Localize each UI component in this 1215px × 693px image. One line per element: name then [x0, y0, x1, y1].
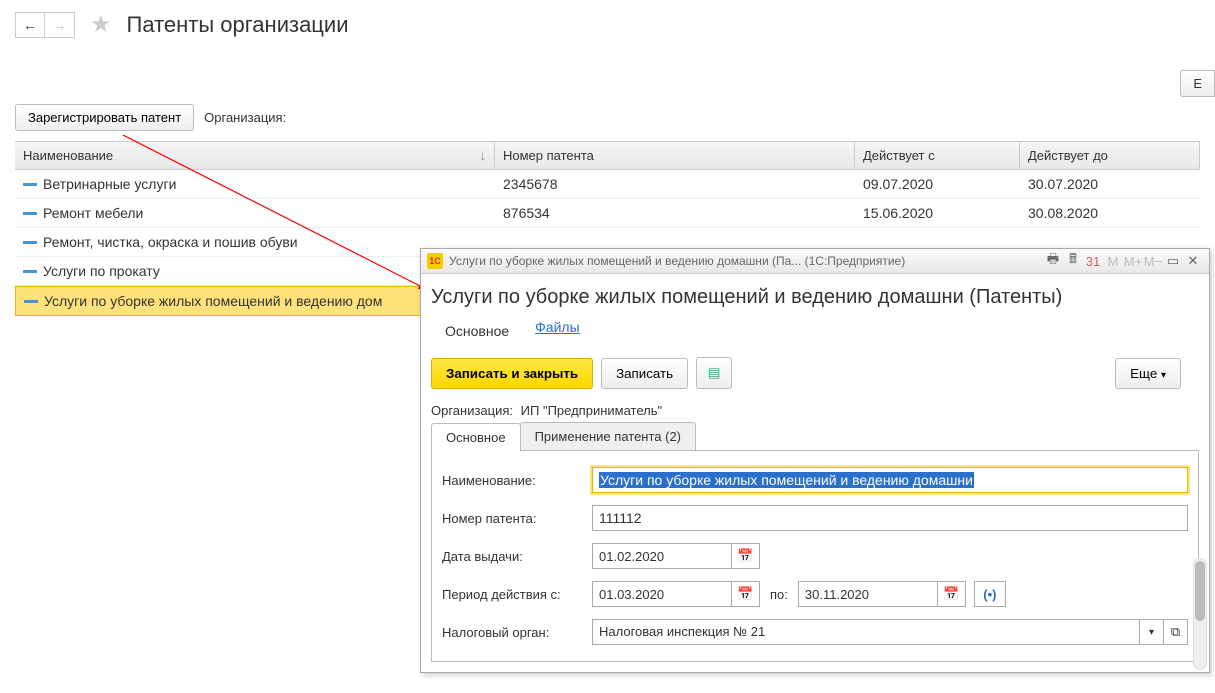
col-valid-from[interactable]: Действует с: [855, 142, 1020, 169]
m-icon[interactable]: M: [1103, 252, 1123, 270]
chevron-down-icon: ▾: [1149, 627, 1154, 638]
period-from-input[interactable]: 01.03.2020: [592, 581, 732, 607]
record-icon: [24, 300, 38, 303]
save-and-close-button[interactable]: Записать и закрыть: [431, 358, 593, 389]
period-to-input[interactable]: 30.11.2020: [798, 581, 938, 607]
tax-authority-dropdown-button[interactable]: ▾: [1140, 619, 1164, 645]
dialog-heading: Услуги по уборке жилых помещений и веден…: [431, 280, 1199, 315]
report-button[interactable]: ▤: [696, 357, 732, 389]
period-to-label: по:: [760, 587, 798, 602]
tax-authority-label: Налоговый орган:: [442, 625, 592, 640]
issue-date-input[interactable]: 01.02.2020: [592, 543, 732, 569]
more-button[interactable]: Еще ▾: [1115, 358, 1181, 389]
period-from-picker-button[interactable]: 📅: [732, 581, 760, 607]
calendar-icon[interactable]: 31: [1083, 252, 1103, 270]
record-icon: [23, 270, 37, 273]
register-patent-button[interactable]: Зарегистрировать патент: [15, 104, 194, 131]
app-logo-icon: 1C: [427, 253, 443, 269]
forward-button[interactable]: →: [45, 12, 75, 38]
col-name[interactable]: Наименование↓: [15, 142, 495, 169]
org-label: Организация:: [431, 403, 513, 418]
org-line: Организация: ИП "Предприниматель": [431, 399, 1199, 422]
table-row[interactable]: Ремонт мебели 876534 15.06.2020 30.08.20…: [15, 199, 1200, 228]
toolbar: Зарегистрировать патент Организация:: [0, 99, 1215, 136]
maximize-icon[interactable]: ▭: [1163, 252, 1183, 270]
back-button[interactable]: ←: [15, 12, 45, 38]
dialog-window-title: Услуги по уборке жилых помещений и веден…: [449, 254, 1043, 268]
calendar-icon: 📅: [943, 586, 959, 602]
issue-date-picker-button[interactable]: 📅: [732, 543, 760, 569]
print-icon[interactable]: 🖶: [1043, 252, 1063, 270]
calendar-icon: 📅: [737, 548, 753, 564]
number-input[interactable]: 111112: [592, 505, 1188, 531]
dialog-titlebar: 1C Услуги по уборке жилых помещений и ве…: [421, 249, 1209, 274]
record-icon: [23, 183, 37, 186]
org-value: ИП "Предприниматель": [521, 403, 662, 418]
save-button[interactable]: Записать: [601, 358, 688, 389]
report-icon: ▤: [708, 365, 721, 381]
patent-dialog: 1C Услуги по уборке жилых помещений и ве…: [420, 248, 1210, 673]
close-icon[interactable]: ✕: [1183, 252, 1203, 270]
form-panel: Наименование: Услуги по уборке жилых пом…: [431, 451, 1199, 662]
org-filter-label: Организация:: [204, 110, 286, 125]
col-number[interactable]: Номер патента: [495, 142, 855, 169]
name-input[interactable]: Услуги по уборке жилых помещений и веден…: [592, 467, 1188, 493]
record-icon: [23, 212, 37, 215]
chevron-down-icon: ▾: [1161, 370, 1166, 381]
record-icon: [23, 241, 37, 244]
nav-main[interactable]: Основное: [437, 319, 517, 343]
calendar-icon: 📅: [737, 586, 753, 602]
period-helper-button[interactable]: (•): [974, 581, 1006, 607]
col-valid-to[interactable]: Действует до: [1020, 142, 1200, 169]
dialog-scrollbar[interactable]: [1193, 558, 1207, 670]
topbar: ← → ★ Патенты организации: [0, 0, 1215, 49]
tax-authority-input[interactable]: Налоговая инспекция № 21: [592, 619, 1140, 645]
form-tabs: Основное Применение патента (2): [431, 422, 1199, 451]
open-icon: ⧉: [1171, 624, 1180, 640]
nav-files[interactable]: Файлы: [535, 319, 579, 343]
sort-asc-icon: ↓: [480, 148, 487, 163]
dialog-nav: Основное Файлы: [431, 315, 1199, 347]
calc-icon[interactable]: 🖩: [1063, 252, 1083, 270]
favorite-star-icon[interactable]: ★: [90, 10, 112, 39]
table-row[interactable]: Ветринарные услуги 2345678 09.07.2020 30…: [15, 170, 1200, 199]
period-to-picker-button[interactable]: 📅: [938, 581, 966, 607]
tab-apply[interactable]: Применение патента (2): [520, 422, 696, 450]
more-top-button[interactable]: Е: [1180, 70, 1215, 97]
period-from-label: Период действия с:: [442, 587, 592, 602]
m-minus-icon[interactable]: M−: [1143, 252, 1163, 270]
issue-date-label: Дата выдачи:: [442, 549, 592, 564]
name-label: Наименование:: [442, 473, 592, 488]
m-plus-icon[interactable]: M+: [1123, 252, 1143, 270]
number-label: Номер патента:: [442, 511, 592, 526]
dialog-toolbar: Записать и закрыть Записать ▤ Еще ▾: [431, 347, 1199, 399]
tab-main[interactable]: Основное: [431, 423, 521, 451]
table-header: Наименование↓ Номер патента Действует с …: [15, 142, 1200, 170]
page-title: Патенты организации: [127, 12, 349, 38]
tax-authority-open-button[interactable]: ⧉: [1164, 619, 1188, 645]
